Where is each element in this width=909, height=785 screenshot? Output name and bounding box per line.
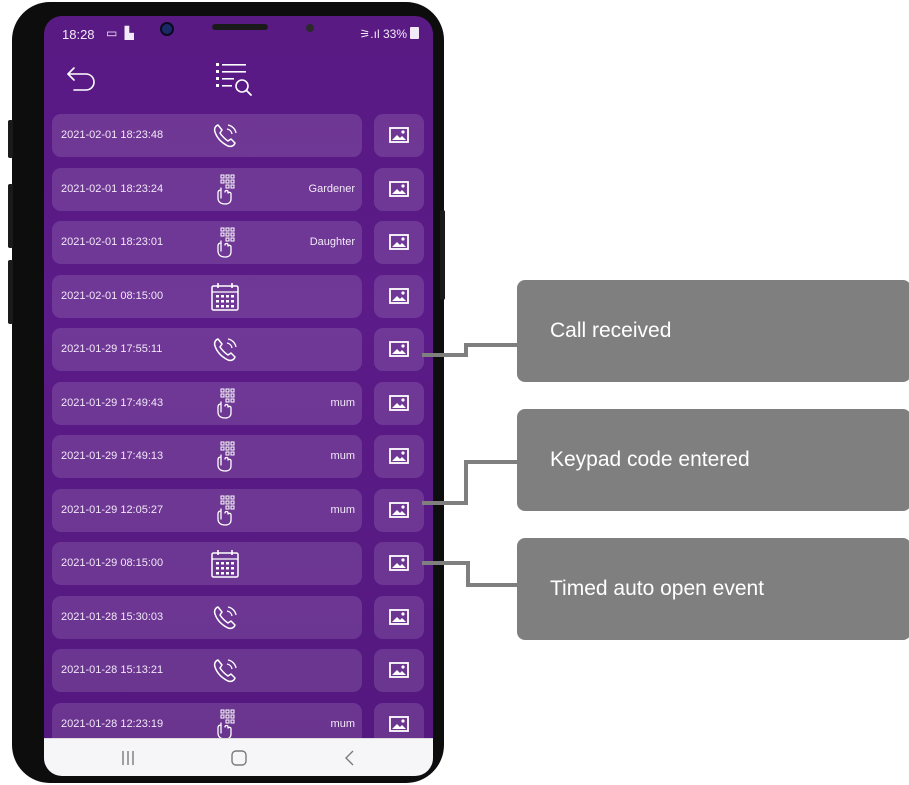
callout-label: Keypad code entered	[550, 448, 750, 471]
callout-label: Timed auto open event	[550, 577, 765, 600]
callout-timed-open: Timed auto open event	[517, 538, 909, 640]
callout-keypad-code: Keypad code entered	[517, 409, 909, 511]
connector-line-keypad	[422, 460, 517, 505]
callout-label: Call received	[550, 319, 672, 342]
callout-call-received: Call received	[517, 280, 909, 382]
connector-line-timed	[422, 561, 517, 587]
connector-line-call	[422, 343, 517, 357]
callout-connectors	[422, 343, 517, 587]
